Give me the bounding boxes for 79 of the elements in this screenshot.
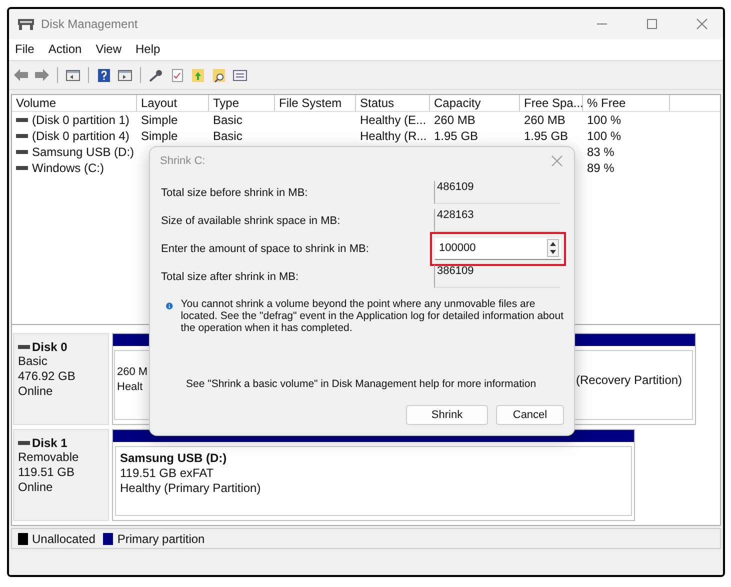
partition-block[interactable]: Samsung USB (D:) 119.51 GB exFAT Healthy (Primary Partition) [112, 428, 635, 521]
field-label: Enter the amount of space to shrink in MB: [160, 242, 370, 254]
table-cell: Simple [141, 129, 178, 144]
help-icon[interactable] [96, 68, 112, 83]
partition-detail: (Recovery Partition) [576, 372, 684, 388]
table-cell: Basic [213, 113, 242, 128]
spin-arrows-icon[interactable] [547, 239, 559, 257]
column-header[interactable]: Capacity [430, 95, 520, 112]
table-cell: 1.95 GB [524, 129, 568, 144]
table-cell: Simple [141, 113, 178, 128]
disk-detail: Online [18, 480, 54, 495]
readonly-field: 428163 [434, 209, 560, 232]
legend-label: Unallocated [32, 532, 96, 546]
close-button[interactable] [695, 16, 709, 31]
close-button[interactable] [550, 154, 564, 168]
partition-detail: Healthy (Primary Partition) [120, 480, 262, 496]
column-header[interactable]: % Free [583, 95, 670, 112]
disk-detail: 119.51 GB [18, 464, 76, 480]
back-arrow-icon[interactable] [13, 68, 29, 83]
panel-icon[interactable] [117, 68, 133, 83]
legend-label: Primary partition [117, 532, 205, 546]
field-label: Total size after shrink in MB: [160, 270, 300, 282]
column-header[interactable]: Status [356, 95, 430, 112]
menu-item[interactable]: File [15, 42, 34, 56]
readonly-field: 386109 [434, 265, 560, 288]
number-input-field[interactable]: 100000 [435, 238, 561, 260]
column-header[interactable]: Layout [137, 95, 209, 112]
column-header[interactable]: Type [209, 95, 275, 112]
dialog-title: Shrink C: [160, 155, 206, 167]
disk-detail: Removable [18, 450, 80, 465]
table-cell: Healthy (E... [360, 113, 426, 128]
field-label: Total size before shrink in MB: [160, 186, 309, 198]
partition-name: Samsung USB (D:) [120, 450, 228, 466]
table-cell: Basic [213, 129, 242, 144]
list-window-icon[interactable] [232, 68, 248, 83]
partition-detail: 260 M [117, 364, 149, 380]
drive-icon [18, 344, 30, 350]
disk-detail: Online [18, 384, 54, 399]
table-cell: 1.95 GB [434, 129, 478, 144]
table-cell: 83 % [587, 145, 614, 160]
dialog-button[interactable]: Shrink [406, 405, 488, 425]
forward-arrow-icon[interactable] [34, 68, 50, 83]
folder-up-icon[interactable] [190, 68, 206, 83]
table-cell: 89 % [587, 161, 614, 176]
field-label: Size of available shrink space in MB: [160, 214, 342, 226]
partition-detail: Healt [117, 380, 144, 395]
table-cell: 100 % [587, 113, 622, 128]
table-cell: 260 MB [434, 113, 476, 128]
table-cell[interactable]: Samsung USB (D:) [32, 145, 134, 160]
pane-icon[interactable] [65, 68, 81, 83]
info-message: You cannot shrink a volume beyond the point where any unmovable files are located. See the "defrag" event in the Application log for detailed information about the operation when it has completed. [180, 298, 564, 334]
folder-search-icon[interactable] [211, 68, 227, 83]
disk-detail: 476.92 GB [18, 368, 76, 384]
menu-item[interactable]: View [96, 42, 122, 56]
column-header[interactable]: Free Spa... [520, 95, 583, 112]
disk-name: Disk 1 [32, 436, 68, 450]
table-cell: 100 % [587, 129, 622, 144]
partition-header-bar [113, 334, 151, 346]
window-title: Disk Management [41, 16, 138, 31]
partition-detail: 119.51 GB exFAT [120, 466, 215, 481]
menu-item[interactable]: Action [48, 42, 82, 56]
help-note: See "Shrink a basic volume" in Disk Management help for more information [186, 378, 538, 390]
table-cell[interactable]: (Disk 0 partition 4) [32, 129, 130, 144]
readonly-field: 486109 [434, 181, 560, 204]
disk-name: Disk 0 [32, 340, 68, 354]
disk-icon [17, 16, 35, 31]
checklist-icon[interactable] [169, 68, 185, 83]
menu-item[interactable]: Help [136, 42, 160, 56]
table-cell[interactable]: Windows (C:) [32, 161, 104, 176]
table-cell: Healthy (R... [360, 129, 427, 144]
table-cell: 260 MB [524, 113, 566, 128]
column-header[interactable]: Volume [12, 95, 137, 112]
column-header[interactable]: File System [275, 95, 356, 112]
table-cell[interactable]: (Disk 0 partition 1) [32, 113, 130, 128]
dialog-button[interactable]: Cancel [496, 405, 564, 425]
drive-icon [18, 440, 30, 446]
maximize-button[interactable] [645, 16, 659, 31]
partition-block[interactable]: 260 M Healt [112, 332, 152, 425]
disk-detail: Basic [18, 354, 48, 369]
